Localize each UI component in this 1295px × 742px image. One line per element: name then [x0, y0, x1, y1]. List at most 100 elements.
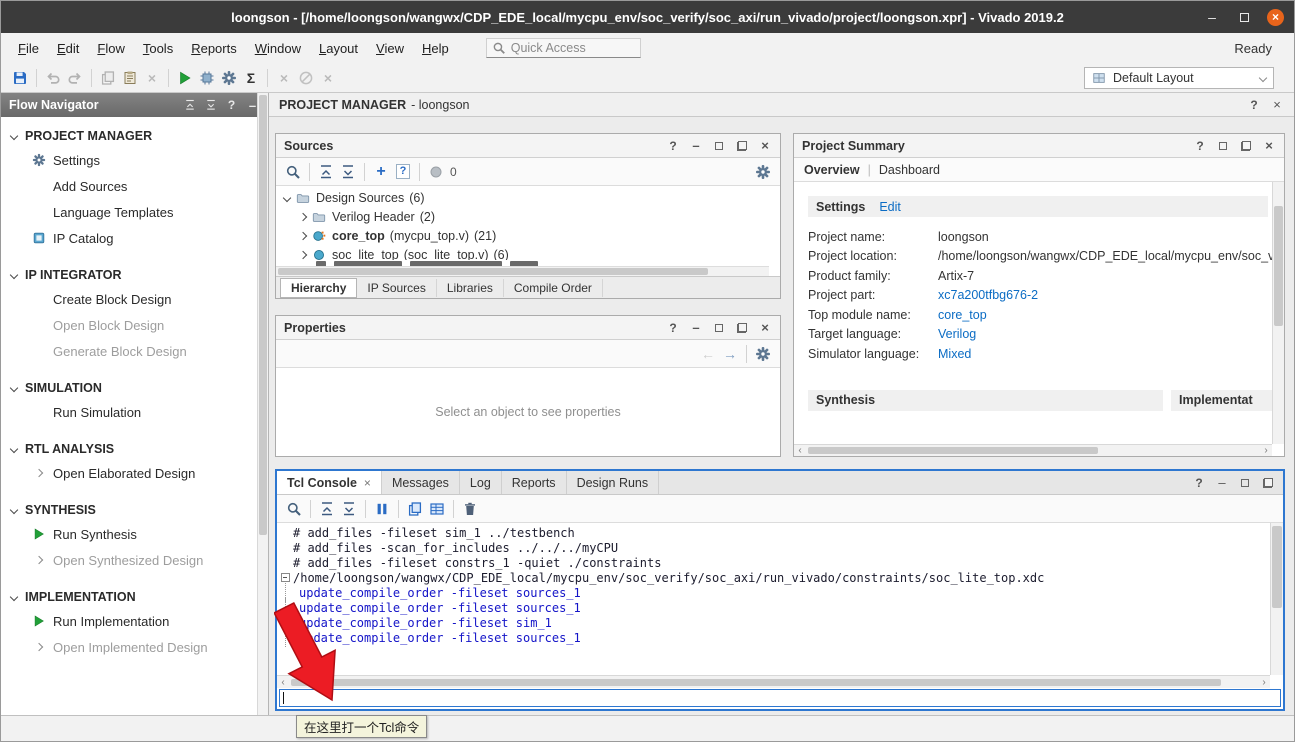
- scroll-right-icon[interactable]: ›: [1258, 676, 1270, 688]
- flow-item-run-synthesis[interactable]: Run Synthesis: [1, 521, 268, 547]
- scrollbar-thumb[interactable]: [1274, 206, 1283, 326]
- flow-item-open-synthesized-design[interactable]: Open Synthesized Design: [1, 547, 268, 573]
- expand-all-icon[interactable]: [338, 498, 360, 520]
- clear-icon[interactable]: [459, 498, 481, 520]
- minimize-icon[interactable]: –: [689, 139, 703, 153]
- run-icon[interactable]: [174, 67, 196, 89]
- flow-item-run-implementation[interactable]: Run Implementation: [1, 608, 268, 634]
- help-icon[interactable]: ?: [1247, 98, 1261, 112]
- menu-flow[interactable]: Flow: [88, 37, 133, 60]
- chevron-right-icon[interactable]: [299, 250, 307, 258]
- tree-item-design-sources[interactable]: Design Sources(6): [276, 188, 780, 207]
- flow-item-settings[interactable]: Settings: [1, 147, 268, 173]
- back-icon[interactable]: ←: [697, 343, 719, 365]
- tree-item-soc-lite-top[interactable]: soc_lite_top(soc_lite_top.v)(6): [276, 245, 780, 260]
- close-icon[interactable]: ×: [1262, 139, 1276, 153]
- chevron-down-icon[interactable]: [283, 193, 291, 201]
- messages-filter-icon[interactable]: [425, 161, 447, 183]
- scrollbar-thumb[interactable]: [808, 447, 1098, 454]
- sources-panel-header[interactable]: Sources ?–×: [276, 134, 780, 158]
- flow-section-project-manager[interactable]: PROJECT MANAGER: [1, 125, 268, 147]
- properties-panel-header[interactable]: Properties ?–×: [276, 316, 780, 340]
- pause-icon[interactable]: [371, 498, 393, 520]
- menu-file[interactable]: File: [9, 37, 48, 60]
- tab-compile-order[interactable]: Compile Order: [504, 279, 603, 297]
- close-button[interactable]: ×: [1267, 9, 1284, 26]
- search-icon[interactable]: [283, 498, 305, 520]
- save-icon[interactable]: [9, 67, 31, 89]
- scrollbar-thumb[interactable]: [278, 268, 708, 275]
- chevron-right-icon[interactable]: [299, 212, 307, 220]
- minimize-button[interactable]: –: [1203, 8, 1221, 26]
- help-doc-icon[interactable]: ?: [392, 161, 414, 183]
- flow-item-generate-block-design[interactable]: Generate Block Design: [1, 338, 268, 364]
- maximize-icon[interactable]: [1238, 476, 1252, 490]
- scroll-right-icon[interactable]: ›: [1260, 445, 1272, 456]
- vertical-scrollbar[interactable]: [257, 93, 268, 715]
- tab-design-runs[interactable]: Design Runs: [567, 471, 660, 494]
- close-icon[interactable]: ×: [1270, 98, 1284, 112]
- expand-all-icon[interactable]: [203, 98, 218, 113]
- flow-item-run-simulation[interactable]: Run Simulation: [1, 399, 268, 425]
- tab-overview[interactable]: Overview: [804, 163, 860, 177]
- scrollbar-thumb[interactable]: [291, 679, 1221, 686]
- menu-window[interactable]: Window: [246, 37, 310, 60]
- flow-item-create-block-design[interactable]: Create Block Design: [1, 286, 268, 312]
- horizontal-scrollbar[interactable]: [276, 266, 769, 276]
- add-sources-icon[interactable]: +: [370, 161, 392, 183]
- minimize-icon[interactable]: –: [689, 321, 703, 335]
- flow-item-open-elaborated-design[interactable]: Open Elaborated Design: [1, 460, 268, 486]
- menu-edit[interactable]: Edit: [48, 37, 88, 60]
- tab-hierarchy[interactable]: Hierarchy: [280, 278, 357, 298]
- report-icon[interactable]: Σ: [240, 67, 262, 89]
- help-icon[interactable]: ?: [1192, 476, 1206, 490]
- vertical-scrollbar[interactable]: [1272, 182, 1284, 444]
- stop-icon[interactable]: ×: [273, 67, 295, 89]
- flow-item-open-implemented-design[interactable]: Open Implemented Design: [1, 634, 268, 660]
- tree-item-core-top[interactable]: core_top(mycpu_top.v)(21): [276, 226, 780, 245]
- settings-icon[interactable]: [218, 67, 240, 89]
- layout-selector[interactable]: Default Layout: [1084, 67, 1274, 89]
- close-icon[interactable]: ×: [758, 321, 772, 335]
- project-summary-header[interactable]: Project Summary ?×: [794, 134, 1284, 158]
- edit-link[interactable]: Edit: [879, 200, 901, 214]
- copy-icon[interactable]: [97, 67, 119, 89]
- menu-help[interactable]: Help: [413, 37, 458, 60]
- queue-icon[interactable]: [426, 498, 448, 520]
- cancel-icon[interactable]: [295, 67, 317, 89]
- scrollbar-thumb[interactable]: [1272, 526, 1282, 608]
- tab-libraries[interactable]: Libraries: [437, 279, 504, 297]
- collapse-all-icon[interactable]: [182, 98, 197, 113]
- maximize-icon[interactable]: [712, 139, 726, 153]
- copy-icon[interactable]: [404, 498, 426, 520]
- quick-access-input[interactable]: Quick Access: [486, 38, 641, 58]
- help-icon[interactable]: ?: [224, 98, 239, 113]
- tcl-command-input[interactable]: [279, 689, 1281, 707]
- minimize-icon[interactable]: –: [1215, 476, 1229, 490]
- panel-settings-icon[interactable]: [752, 343, 774, 365]
- flow-section-simulation[interactable]: SIMULATION: [1, 377, 268, 399]
- tab-messages[interactable]: Messages: [382, 471, 460, 494]
- flow-section-ip-integrator[interactable]: IP INTEGRATOR: [1, 264, 268, 286]
- scrollbar-thumb[interactable]: [259, 95, 267, 535]
- flow-section-rtl-analysis[interactable]: RTL ANALYSIS: [1, 438, 268, 460]
- float-icon[interactable]: [735, 321, 749, 335]
- close-icon[interactable]: ×: [758, 139, 772, 153]
- delete-icon[interactable]: ×: [141, 67, 163, 89]
- flow-item-add-sources[interactable]: Add Sources: [1, 173, 268, 199]
- fold-marker-icon[interactable]: [281, 573, 290, 582]
- tab-reports[interactable]: Reports: [502, 471, 567, 494]
- collapse-all-icon[interactable]: [316, 498, 338, 520]
- maximize-icon[interactable]: [1216, 139, 1230, 153]
- search-icon[interactable]: [282, 161, 304, 183]
- flow-section-synthesis[interactable]: SYNTHESIS: [1, 499, 268, 521]
- help-icon[interactable]: ?: [666, 139, 680, 153]
- maximize-icon[interactable]: [712, 321, 726, 335]
- vertical-scrollbar[interactable]: [1270, 523, 1283, 675]
- maximize-button[interactable]: [1235, 8, 1253, 26]
- undo-icon[interactable]: [42, 67, 64, 89]
- flow-item-open-block-design[interactable]: Open Block Design: [1, 312, 268, 338]
- help-icon[interactable]: ?: [666, 321, 680, 335]
- program-debug-icon[interactable]: [196, 67, 218, 89]
- tab-tcl-console[interactable]: Tcl Console×: [277, 471, 382, 494]
